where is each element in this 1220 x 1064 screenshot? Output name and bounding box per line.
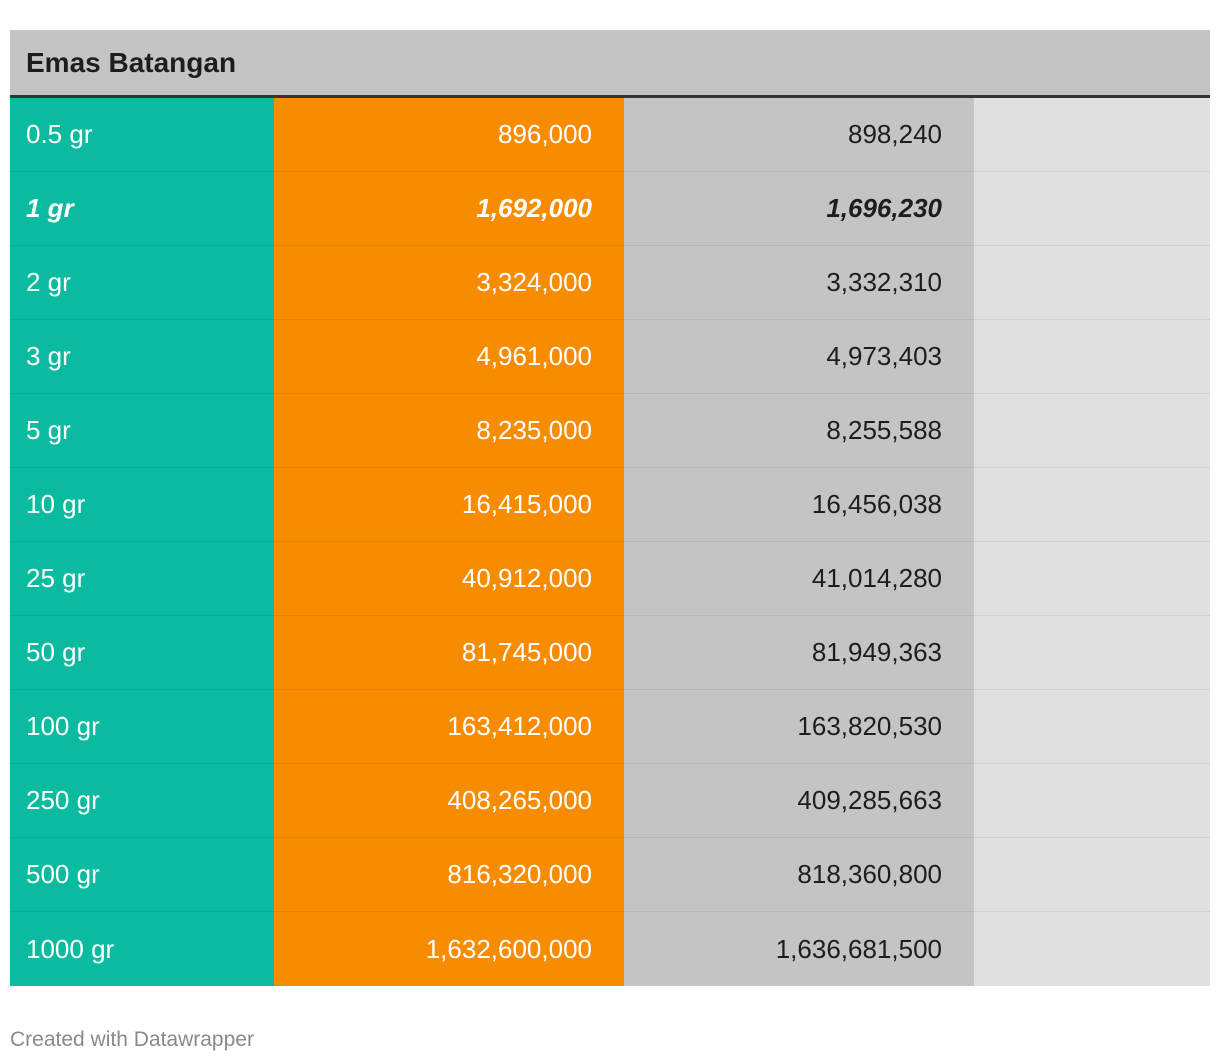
weight-cell: 50 gr bbox=[10, 616, 274, 690]
credit-text: Created with Datawrapper bbox=[10, 1028, 254, 1051]
table-row: 250 gr 408,265,000 409,285,663 bbox=[10, 764, 1210, 838]
weight-cell: 5 gr bbox=[10, 394, 274, 468]
table-row: 0.5 gr 896,000 898,240 bbox=[10, 98, 1210, 172]
weight-cell: 1000 gr bbox=[10, 912, 274, 986]
weight-cell: 500 gr bbox=[10, 838, 274, 912]
empty-cell bbox=[974, 838, 1210, 912]
price-b-cell: 16,456,038 bbox=[624, 468, 974, 542]
empty-cell bbox=[974, 172, 1210, 246]
price-b-cell: 898,240 bbox=[624, 98, 974, 172]
weight-cell: 0.5 gr bbox=[10, 98, 274, 172]
price-a-cell: 16,415,000 bbox=[274, 468, 624, 542]
weight-cell: 2 gr bbox=[10, 246, 274, 320]
price-a-cell: 4,961,000 bbox=[274, 320, 624, 394]
price-b-cell: 3,332,310 bbox=[624, 246, 974, 320]
weight-cell: 3 gr bbox=[10, 320, 274, 394]
table-row: 2 gr 3,324,000 3,332,310 bbox=[10, 246, 1210, 320]
empty-cell bbox=[974, 542, 1210, 616]
table-row: 500 gr 816,320,000 818,360,800 bbox=[10, 838, 1210, 912]
price-b-cell: 81,949,363 bbox=[624, 616, 974, 690]
price-a-cell: 1,632,600,000 bbox=[274, 912, 624, 986]
empty-cell bbox=[974, 616, 1210, 690]
weight-cell: 1 gr bbox=[10, 172, 274, 246]
empty-cell bbox=[974, 98, 1210, 172]
table-title: Emas Batangan bbox=[26, 46, 237, 78]
weight-cell: 100 gr bbox=[10, 690, 274, 764]
table-body: 0.5 gr 896,000 898,240 1 gr 1,692,000 1,696,2… bbox=[10, 98, 1210, 986]
table-header: Emas Batangan bbox=[10, 30, 1210, 98]
price-a-cell: 3,324,000 bbox=[274, 246, 624, 320]
table-row: 1 gr 1,692,000 1,696,230 bbox=[10, 172, 1210, 246]
table-row: 25 gr 40,912,000 41,014,280 bbox=[10, 542, 1210, 616]
price-b-cell: 41,014,280 bbox=[624, 542, 974, 616]
weight-cell: 250 gr bbox=[10, 764, 274, 838]
price-b-cell: 163,820,530 bbox=[624, 690, 974, 764]
empty-cell bbox=[974, 468, 1210, 542]
price-a-cell: 896,000 bbox=[274, 98, 624, 172]
price-a-cell: 816,320,000 bbox=[274, 838, 624, 912]
empty-cell bbox=[974, 764, 1210, 838]
price-a-cell: 81,745,000 bbox=[274, 616, 624, 690]
price-b-cell: 818,360,800 bbox=[624, 838, 974, 912]
price-table: Emas Batangan 0.5 gr 896,000 898,240 1 gr 1,… bbox=[10, 30, 1210, 986]
empty-cell bbox=[974, 246, 1210, 320]
empty-cell bbox=[974, 320, 1210, 394]
price-b-cell: 409,285,663 bbox=[624, 764, 974, 838]
table-row: 3 gr 4,961,000 4,973,403 bbox=[10, 320, 1210, 394]
price-b-cell: 1,696,230 bbox=[624, 172, 974, 246]
price-b-cell: 1,636,681,500 bbox=[624, 912, 974, 986]
price-b-cell: 4,973,403 bbox=[624, 320, 974, 394]
table-row: 10 gr 16,415,000 16,456,038 bbox=[10, 468, 1210, 542]
table-row: 1000 gr 1,632,600,000 1,636,681,500 bbox=[10, 912, 1210, 986]
table-row: 50 gr 81,745,000 81,949,363 bbox=[10, 616, 1210, 690]
weight-cell: 10 gr bbox=[10, 468, 274, 542]
table-row: 100 gr 163,412,000 163,820,530 bbox=[10, 690, 1210, 764]
price-a-cell: 163,412,000 bbox=[274, 690, 624, 764]
empty-cell bbox=[974, 690, 1210, 764]
price-b-cell: 8,255,588 bbox=[624, 394, 974, 468]
table-row: 5 gr 8,235,000 8,255,588 bbox=[10, 394, 1210, 468]
price-a-cell: 40,912,000 bbox=[274, 542, 624, 616]
price-a-cell: 8,235,000 bbox=[274, 394, 624, 468]
empty-cell bbox=[974, 912, 1210, 986]
price-a-cell: 408,265,000 bbox=[274, 764, 624, 838]
weight-cell: 25 gr bbox=[10, 542, 274, 616]
price-a-cell: 1,692,000 bbox=[274, 172, 624, 246]
empty-cell bbox=[974, 394, 1210, 468]
